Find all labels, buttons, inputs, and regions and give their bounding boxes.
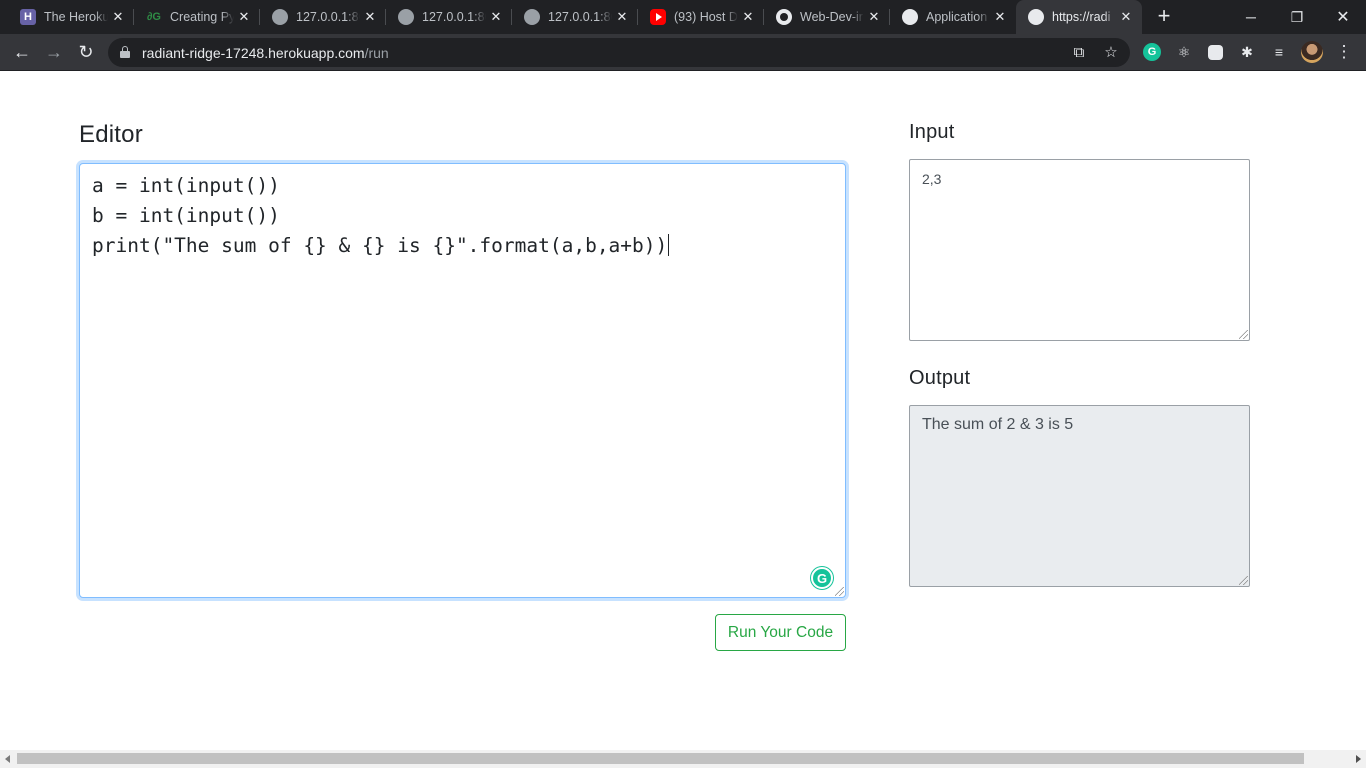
output-textarea: The sum of 2 & 3 is 5 bbox=[909, 405, 1250, 587]
tab-title: (93) Host D bbox=[674, 10, 738, 24]
tab-title: https://radi bbox=[1052, 10, 1111, 24]
tab-title: 127.0.0.1:80 bbox=[422, 10, 486, 24]
tab-close-icon[interactable]: ✕ bbox=[1116, 9, 1136, 25]
browser-toolbar: ← → ↻ radiant-ridge-17248.herokuapp.com/… bbox=[0, 34, 1366, 71]
tab-title: 127.0.0.1:80 bbox=[548, 10, 612, 24]
tab-title: Web-Dev-ir bbox=[800, 10, 863, 24]
globe-icon bbox=[902, 9, 918, 25]
scrollbar-thumb[interactable] bbox=[17, 753, 1304, 764]
restore-icon[interactable]: ❐ bbox=[1274, 0, 1320, 34]
browser-tab[interactable]: Web-Dev-ir ✕ bbox=[764, 0, 890, 34]
browser-tab-strip: H The Heroku ✕ ∂G Creating Py ✕ 127.0.0.… bbox=[0, 0, 1366, 34]
scroll-right-icon[interactable] bbox=[1356, 755, 1361, 763]
minimize-icon[interactable]: ─ bbox=[1228, 0, 1274, 34]
browser-tab-active[interactable]: https://radi ✕ bbox=[1016, 0, 1142, 34]
geeksforgeeks-icon: ∂G bbox=[147, 11, 161, 23]
code-line: b = int(input()) bbox=[92, 204, 280, 227]
tab-close-icon[interactable]: ✕ bbox=[234, 9, 254, 25]
code-line: a = int(input()) bbox=[92, 174, 280, 197]
tab-title: Creating Py bbox=[170, 10, 234, 24]
window-close-icon[interactable]: ✕ bbox=[1320, 0, 1366, 34]
lock-icon[interactable] bbox=[120, 46, 130, 58]
scroll-left-icon[interactable] bbox=[5, 755, 10, 763]
input-value: 2,3 bbox=[922, 171, 942, 187]
output-value: The sum of 2 & 3 is 5 bbox=[922, 416, 1074, 433]
input-heading: Input bbox=[909, 121, 955, 143]
horizontal-scrollbar[interactable] bbox=[0, 750, 1366, 768]
code-editor[interactable]: a = int(input()) b = int(input()) print(… bbox=[79, 163, 846, 598]
reload-icon[interactable]: ↻ bbox=[72, 38, 100, 66]
forward-icon[interactable]: → bbox=[40, 38, 68, 66]
globe-icon bbox=[272, 9, 288, 25]
browser-tab[interactable]: Application ✕ bbox=[890, 0, 1016, 34]
page-content: Editor a = int(input()) b = int(input())… bbox=[0, 72, 1366, 750]
globe-icon bbox=[524, 9, 540, 25]
resize-handle[interactable] bbox=[1239, 330, 1248, 339]
resize-handle[interactable] bbox=[835, 587, 844, 596]
code-line-text: print("The sum of {} & {} is {}".format(… bbox=[92, 234, 668, 257]
cast-icon[interactable]: ⧉ bbox=[1070, 44, 1088, 62]
tab-close-icon[interactable]: ✕ bbox=[108, 9, 128, 25]
youtube-icon bbox=[650, 9, 666, 25]
grammarly-badge-icon[interactable]: G bbox=[811, 567, 833, 589]
media-control-icon[interactable]: ≡ bbox=[1269, 42, 1289, 62]
run-code-button[interactable]: Run Your Code bbox=[715, 614, 846, 651]
profile-avatar[interactable] bbox=[1301, 41, 1323, 63]
browser-tab[interactable]: 127.0.0.1:80 ✕ bbox=[386, 0, 512, 34]
tab-close-icon[interactable]: ✕ bbox=[990, 9, 1010, 25]
tab-close-icon[interactable]: ✕ bbox=[360, 9, 380, 25]
resize-handle[interactable] bbox=[1239, 576, 1248, 585]
tab-close-icon[interactable]: ✕ bbox=[486, 9, 506, 25]
browser-tab[interactable]: (93) Host D ✕ bbox=[638, 0, 764, 34]
heroku-icon: H bbox=[20, 9, 36, 25]
globe-icon bbox=[398, 9, 414, 25]
back-icon[interactable]: ← bbox=[8, 38, 36, 66]
url-text[interactable]: radiant-ridge-17248.herokuapp.com/run bbox=[142, 45, 389, 61]
tab-title: The Heroku bbox=[44, 10, 108, 24]
editor-heading: Editor bbox=[79, 121, 143, 148]
react-devtools-icon[interactable]: ⚛ bbox=[1174, 42, 1194, 62]
bookmark-star-icon[interactable]: ☆ bbox=[1102, 44, 1120, 62]
github-icon bbox=[776, 9, 792, 25]
browser-tab[interactable]: 127.0.0.1:80 ✕ bbox=[512, 0, 638, 34]
browser-tab[interactable]: ∂G Creating Py ✕ bbox=[134, 0, 260, 34]
tab-title: Application bbox=[926, 10, 988, 24]
grammarly-extension-icon[interactable]: G bbox=[1143, 43, 1161, 61]
browser-tab[interactable]: H The Heroku ✕ bbox=[8, 0, 134, 34]
output-heading: Output bbox=[909, 367, 971, 389]
tab-close-icon[interactable]: ✕ bbox=[738, 9, 758, 25]
browser-menu-icon[interactable]: ⋮ bbox=[1334, 42, 1354, 62]
tab-close-icon[interactable]: ✕ bbox=[612, 9, 632, 25]
extensions-puzzle-icon[interactable]: ✱ bbox=[1237, 42, 1257, 62]
code-line: print("The sum of {} & {} is {}".format(… bbox=[92, 233, 833, 263]
tab-title: 127.0.0.1:80 bbox=[296, 10, 360, 24]
new-tab-button[interactable]: + bbox=[1152, 5, 1176, 29]
browser-tab[interactable]: 127.0.0.1:80 ✕ bbox=[260, 0, 386, 34]
extension-icon[interactable] bbox=[1208, 45, 1223, 60]
globe-icon bbox=[1028, 9, 1044, 25]
input-textarea[interactable]: 2,3 bbox=[909, 159, 1250, 341]
text-caret bbox=[668, 234, 670, 256]
address-bar[interactable]: radiant-ridge-17248.herokuapp.com/run ⧉ … bbox=[108, 38, 1130, 67]
tab-close-icon[interactable]: ✕ bbox=[864, 9, 884, 25]
